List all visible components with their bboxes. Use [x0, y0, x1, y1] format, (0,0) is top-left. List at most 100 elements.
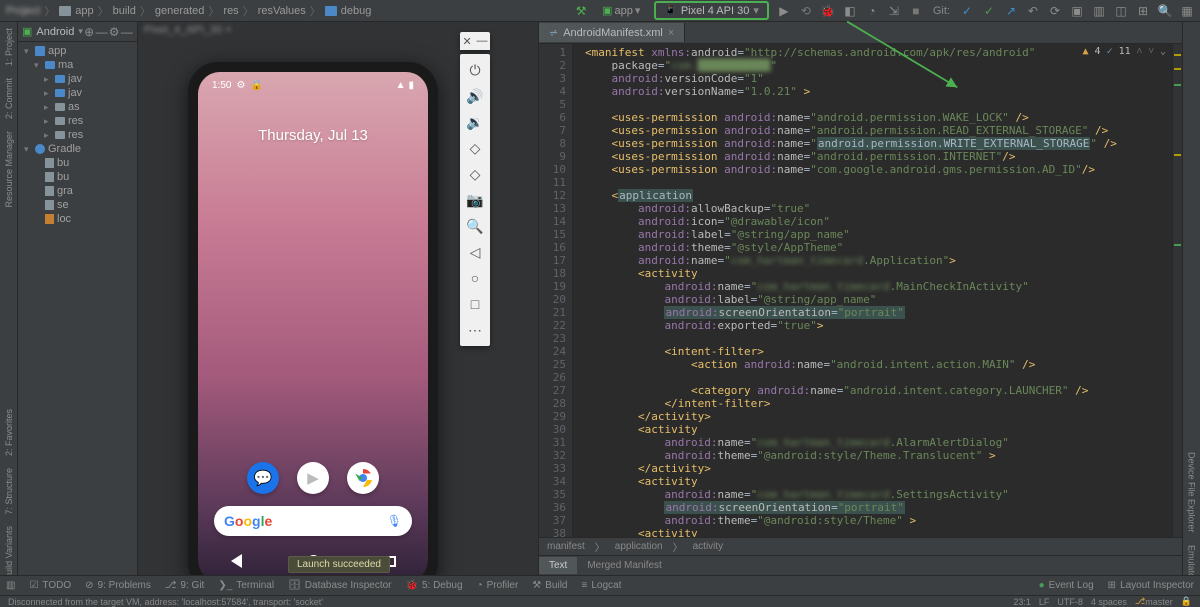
tree-item[interactable]: se — [18, 198, 137, 212]
launch-toast: Launch succeeded — [288, 556, 390, 573]
tool-git[interactable]: ⎇9: Git — [165, 580, 204, 591]
settings-icon[interactable]: ▦ — [1180, 4, 1194, 18]
tree-item[interactable]: bu — [18, 170, 137, 184]
emu-close-icon[interactable]: ✕ — [462, 35, 471, 48]
tool-layout-inspector[interactable]: ⊞Layout Inspector — [1108, 580, 1194, 591]
power-icon[interactable]: ⏻ — [465, 60, 485, 80]
overview-icon[interactable]: □ — [465, 294, 485, 314]
vol-up-icon[interactable]: 🔊 — [465, 86, 485, 106]
rotate-left-icon[interactable]: ◇ — [465, 138, 485, 158]
ide-status-bar: Disconnected from the target VM, address… — [0, 595, 1200, 607]
apply-changes-icon[interactable]: ⟲ — [799, 4, 813, 18]
phone-statusbar: 1:50⚙🔒 ▲▮ — [198, 72, 428, 91]
tool-debug[interactable]: 🐞5: Debug — [406, 580, 463, 591]
tool-profiler[interactable]: ◔Profiler — [477, 580, 519, 591]
editor-marker-stripe[interactable] — [1172, 44, 1182, 537]
sdk-manager-icon[interactable]: ▥ — [1092, 4, 1106, 18]
tree-item[interactable]: loc — [18, 212, 137, 226]
device-selector[interactable]: 📱 Pixel 4 API 30▾ — [654, 1, 768, 20]
top-toolbar: Project 〉 app〉 build〉 generated〉 res〉 re… — [0, 0, 1200, 22]
tool-favorites[interactable]: 2: Favorites — [4, 409, 14, 456]
indent[interactable]: 4 spaces — [1091, 597, 1127, 607]
close-tab-icon[interactable]: × — [668, 27, 674, 39]
tree-item[interactable]: bu — [18, 156, 137, 170]
project-tree[interactable]: ▾app▾ma▸jav▸jav▸as▸res▸res▾Gradlebubugra… — [18, 42, 137, 228]
tool-eventlog[interactable]: ●Event Log — [1039, 580, 1094, 591]
line-sep[interactable]: LF — [1039, 597, 1050, 607]
tool-project[interactable]: 1: Project — [4, 28, 14, 66]
git-branch[interactable]: master — [1145, 597, 1173, 607]
tool-build[interactable]: ⚒Build — [532, 580, 567, 591]
google-search-bar[interactable]: Google 🎙 — [214, 506, 412, 536]
tree-item[interactable]: ▸jav — [18, 86, 137, 100]
tool-commit[interactable]: 2: Commit — [4, 78, 14, 119]
tool-db-inspector[interactable]: 🗄Database Inspector — [288, 580, 391, 591]
back-icon[interactable]: ◁ — [465, 242, 485, 262]
git-history-icon[interactable]: ↶ — [1026, 4, 1040, 18]
device-screen[interactable]: 1:50⚙🔒 ▲▮ Thursday, Jul 13 💬 ▶ Google — [198, 72, 428, 582]
profile-icon[interactable]: ◔ — [865, 4, 879, 18]
search-everywhere-icon[interactable]: 🔍 — [1158, 4, 1172, 18]
home-icon[interactable]: ○ — [465, 268, 485, 288]
messages-app-icon[interactable]: 💬 — [247, 462, 279, 494]
tree-item[interactable]: ▾ma — [18, 58, 137, 72]
tree-item[interactable]: ▾Gradle — [18, 142, 137, 156]
project-hide-icon[interactable]: — — [120, 25, 133, 39]
tree-item[interactable]: ▸as — [18, 100, 137, 114]
git-push-icon[interactable]: ↗ — [1004, 4, 1018, 18]
tool-structure[interactable]: 7: Structure — [4, 468, 14, 515]
code-editor[interactable]: 1234567891011121314151617181920212223242… — [539, 44, 1182, 537]
build-icon[interactable]: ⚒ — [574, 4, 588, 18]
project-collapse-icon[interactable]: — — [95, 25, 108, 39]
attach-debugger-icon[interactable]: ⇲ — [887, 4, 901, 18]
zoom-icon[interactable]: 🔍 — [465, 216, 485, 236]
editor-breadcrumbs[interactable]: manifest〉 application〉 activity — [539, 537, 1182, 555]
camera-icon[interactable]: 📷 — [465, 190, 485, 210]
tree-item[interactable]: ▸res — [18, 114, 137, 128]
subtab-merged[interactable]: Merged Manifest — [577, 557, 671, 574]
emu-minimize-icon[interactable]: — — [477, 35, 488, 47]
device-frame: 1:50⚙🔒 ▲▮ Thursday, Jul 13 💬 ▶ Google — [188, 62, 438, 592]
tree-item[interactable]: gra — [18, 184, 137, 198]
tree-item[interactable]: ▾app — [18, 44, 137, 58]
project-target-icon[interactable]: ⊕ — [83, 25, 96, 39]
layout-inspector-icon[interactable]: ⊞ — [1136, 4, 1150, 18]
tool-problems[interactable]: ⊘9: Problems — [85, 580, 151, 591]
rotate-right-icon[interactable]: ◇ — [465, 164, 485, 184]
editor-area: ⩫ AndroidManifest.xml × 1234567891011121… — [538, 22, 1182, 575]
project-view-dropdown[interactable]: Android — [36, 26, 74, 38]
caret-position[interactable]: 23:1 — [1013, 597, 1031, 607]
subtab-text[interactable]: Text — [539, 557, 577, 574]
resource-manager-icon[interactable]: ◫ — [1114, 4, 1128, 18]
tool-window-icon[interactable]: ▥ — [6, 580, 15, 591]
encoding[interactable]: UTF-8 — [1057, 597, 1083, 607]
tool-device-file-explorer[interactable]: Device File Explorer — [1187, 452, 1197, 533]
emulator-tab[interactable]: Pixel_4_API_30 × — [144, 24, 232, 36]
editor-tab-manifest[interactable]: ⩫ AndroidManifest.xml × — [539, 23, 685, 42]
stop-icon[interactable]: ■ — [909, 4, 923, 18]
chrome-app-icon[interactable] — [347, 462, 379, 494]
avd-manager-icon[interactable]: ▣ — [1070, 4, 1084, 18]
more-icon[interactable]: ⋯ — [465, 320, 485, 340]
tool-build-variants[interactable]: Build Variants — [4, 526, 14, 581]
editor-inspections-icon[interactable]: ⌄ — [1160, 46, 1166, 57]
run-icon[interactable]: ▶ — [777, 4, 791, 18]
tool-todo[interactable]: ☑TODO — [29, 580, 71, 591]
git-rollback-icon[interactable]: ⟳ — [1048, 4, 1062, 18]
debug-icon[interactable]: 🐞 — [821, 4, 835, 18]
project-settings-icon[interactable]: ⚙ — [108, 25, 121, 39]
git-commit-icon[interactable]: ✓ — [982, 4, 996, 18]
project-panel: ▣ Android ▾ ⊕ — ⚙ — ▾app▾ma▸jav▸jav▸as▸r… — [18, 22, 138, 575]
tree-item[interactable]: ▸jav — [18, 72, 137, 86]
tool-logcat[interactable]: ≡Logcat — [582, 580, 622, 591]
coverage-icon[interactable]: ◧ — [843, 4, 857, 18]
vol-down-icon[interactable]: 🔉 — [465, 112, 485, 132]
git-update-icon[interactable]: ✓ — [960, 4, 974, 18]
tool-terminal[interactable]: ❯_Terminal — [218, 580, 274, 591]
lock-icon[interactable]: 🔒 — [1181, 596, 1192, 607]
tool-resource-manager[interactable]: Resource Manager — [4, 131, 14, 208]
tree-item[interactable]: ▸res — [18, 128, 137, 142]
run-config-dropdown[interactable]: ▣ app▾ — [596, 3, 646, 18]
play-store-app-icon[interactable]: ▶ — [297, 462, 329, 494]
nav-back-icon[interactable] — [231, 554, 242, 568]
